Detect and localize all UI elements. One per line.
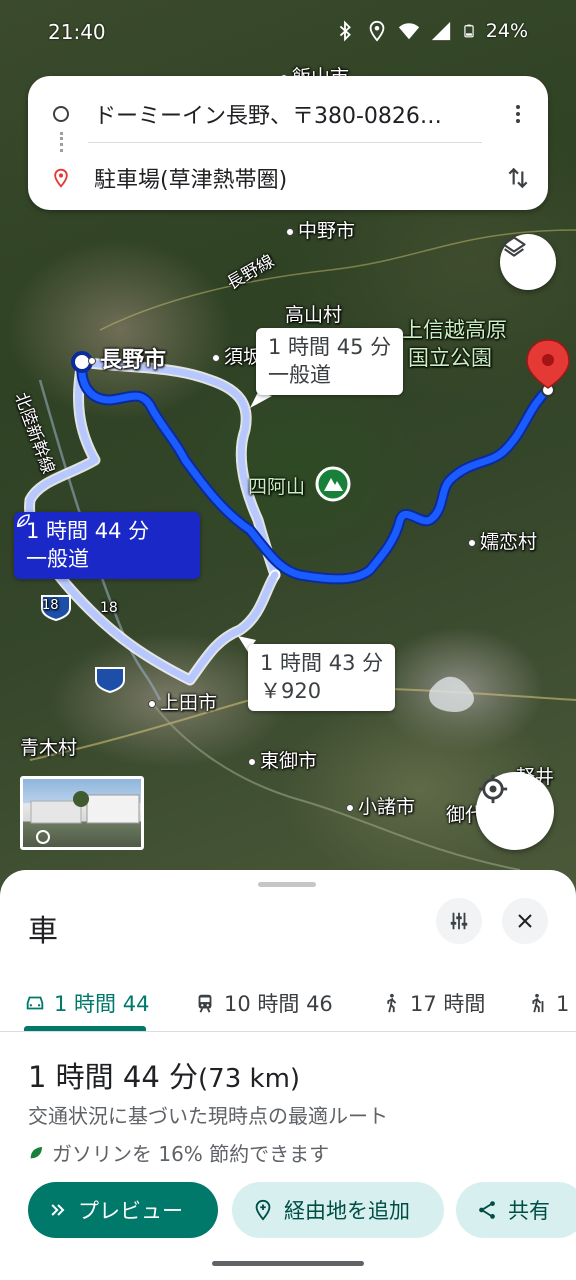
callout-sub: ￥920 [260,679,322,703]
city-label: 東御市 [248,746,317,773]
road-number: 18 [42,598,59,613]
preview-button[interactable]: プレビュー [28,1182,218,1238]
tab-transit-label: 10 時間 46 [224,992,333,1016]
place-label: 中野市 [286,216,355,243]
route-distance: (73 km) [198,1064,301,1094]
park-label: 国立公園 [408,346,492,370]
eco-note: ガソリンを 16% 節約できます [28,1138,329,1167]
mountain-poi-icon [315,466,351,502]
swap-vert-icon [508,167,528,189]
car-icon [26,996,44,1010]
share-label: 共有 [508,1199,550,1223]
status-bar: 21:40 24% [0,0,576,66]
city-label: 上田市 [148,688,217,715]
callout-time: 1 時間 43 分 [260,651,384,675]
crosshair-icon [478,774,508,804]
callout-time: 1 時間 45 分 [268,335,392,359]
street-view-thumbnail[interactable] [20,776,144,850]
route-search-card: ドーミーイン長野、〒380-0826… 駐車場(草津熱帯圏) [28,76,548,210]
tab-hike-label: 1 日 [556,992,576,1016]
tab-transit[interactable]: 10 時間 46 [194,974,333,1031]
origin-row[interactable]: ドーミーイン長野、〒380-0826… [28,86,548,142]
origin-circle-icon [53,106,69,122]
walk-icon [387,993,397,1013]
city-label: 小諸市 [346,792,415,819]
eco-leaf-icon [16,514,30,528]
place-label: 嬬恋村 [468,527,537,554]
swap-button[interactable] [488,165,548,191]
building-image [30,791,140,844]
add-stop-button[interactable]: 経由地を追加 [232,1182,444,1238]
active-tab-indicator [24,1026,146,1031]
travel-mode-tabs: 1 時間 44 10 時間 46 17 時間 1 日 [0,974,576,1032]
destination-pin-small-icon [54,168,68,188]
tab-walk-label: 17 時間 [410,992,486,1016]
alt-route-callout-south[interactable]: 1 時間 43 分 ￥920 [248,644,396,711]
more-options-button[interactable] [488,102,548,126]
preview-label: プレビュー [78,1199,183,1223]
chevrons-right-icon [51,1204,65,1216]
selected-route-callout[interactable]: 1 時間 44 分 一般道 [14,512,200,579]
tab-walk[interactable]: 17 時間 [380,974,486,1031]
train-icon [198,994,212,1013]
add-location-icon [255,1199,271,1221]
place-label: 高山村 [285,304,343,326]
origin-field[interactable]: ドーミーイン長野、〒380-0826… [94,98,488,130]
sheet-title: 車 [28,914,58,949]
callout-sub: 一般道 [26,547,89,571]
place-label: 須坂 [212,342,262,369]
route-options-button[interactable] [436,898,482,944]
close-button[interactable] [502,898,548,944]
road-number: 18 [100,600,118,616]
share-button[interactable]: 共有 [456,1182,576,1238]
battery-level: 24% [485,20,528,42]
tab-hike[interactable]: 1 日 [526,974,576,1031]
close-icon [518,914,532,928]
bluetooth-icon [339,20,351,42]
route-connector [60,132,63,152]
place-label: 青木村 [20,737,78,759]
my-location-button[interactable] [476,772,554,850]
divider [88,142,482,143]
wifi-icon [398,23,419,40]
mountain-label: 四阿山 [248,476,306,498]
destination-row[interactable]: 駐車場(草津熱帯圏) [28,150,548,206]
city-label: 長野市 [88,342,166,374]
alt-route-callout-north[interactable]: 1 時間 45 分 一般道 [256,328,404,395]
callout-sub: 一般道 [268,363,331,387]
tab-drive[interactable]: 1 時間 44 [24,974,150,1031]
share-icon [479,1201,495,1219]
route-summary: 1 時間 44 分(73 km) [28,1054,300,1096]
eco-note-text: ガソリンを 16% 節約できます [52,1142,330,1166]
eco-leaf-icon [30,1146,42,1158]
directions-sheet: 車 1 時間 44 10 時間 46 17 時間 1 日 1 時間 44 分(7… [0,870,576,1280]
drag-handle[interactable] [258,882,316,887]
layers-button[interactable] [500,234,556,290]
location-icon [369,20,385,42]
more-vert-icon [516,105,520,123]
gesture-bar[interactable] [212,1261,364,1266]
tab-drive-label: 1 時間 44 [54,992,150,1016]
signal-icon [431,21,450,41]
park-label: 上信越高原 [402,318,507,342]
clock: 21:40 [48,20,106,44]
route-18-shield-b [95,667,125,694]
callout-time: 1 時間 44 分 [26,519,150,543]
destination-field[interactable]: 駐車場(草津熱帯圏) [94,162,488,194]
hike-icon [532,993,544,1013]
layers-icon [502,236,526,257]
route-description: 交通状況に基づいた現時点の最適ルート [28,1104,388,1128]
destination-pin-icon [526,339,570,389]
tune-icon [450,912,468,930]
route-duration: 1 時間 44 分 [28,1060,199,1094]
battery-icon [464,24,474,38]
add-stop-label: 経由地を追加 [284,1199,410,1223]
